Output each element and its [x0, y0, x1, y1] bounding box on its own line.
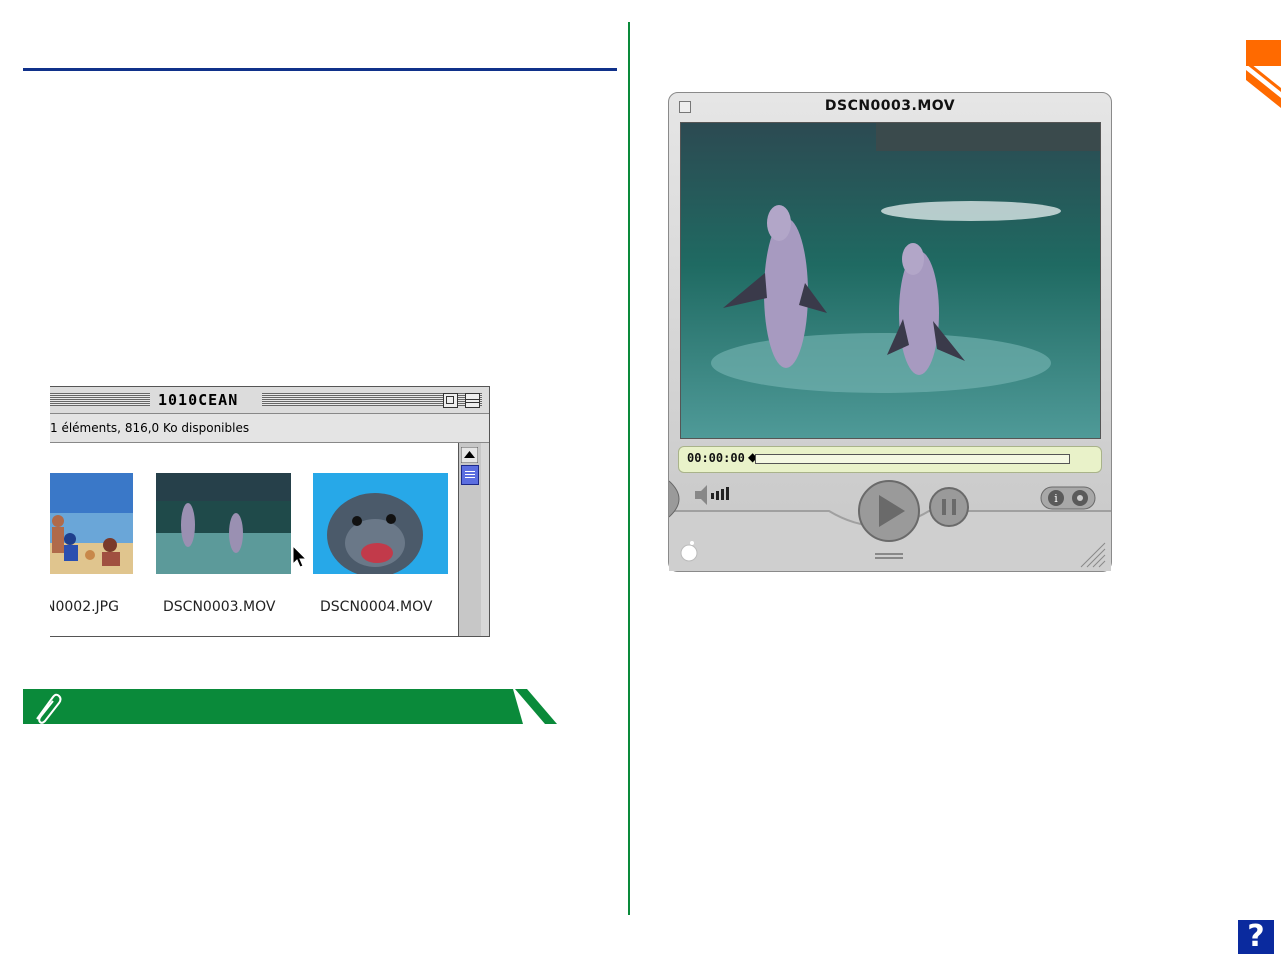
section-title-rule [23, 68, 617, 71]
timecode-display: 00:00:00 [687, 451, 745, 465]
pause-icon[interactable] [929, 487, 969, 527]
info-icon[interactable]: i [1040, 486, 1096, 510]
mouse-pointer-icon [292, 545, 308, 568]
file-thumbnail-beach[interactable] [50, 473, 133, 574]
help-button[interactable]: ? [1238, 920, 1274, 954]
vertical-scrollbar[interactable] [458, 443, 481, 636]
file-name[interactable]: DSCN0003.MOV [163, 599, 275, 615]
finder-window: 1010CEAN 1 éléments, 816,0 Ko disponible… [50, 386, 490, 637]
finder-titlebar[interactable]: 1010CEAN [50, 387, 489, 414]
file-thumbnail-dolphins[interactable] [156, 473, 291, 574]
video-frame[interactable] [680, 122, 1101, 439]
player-title: DSCN0003.MOV [824, 98, 956, 114]
column-divider [628, 22, 630, 915]
file-thumbnail-seal[interactable] [313, 473, 448, 574]
finder-status-bar: 1 éléments, 816,0 Ko disponibles [50, 414, 489, 443]
chapter-corner-tab[interactable] [1246, 40, 1281, 110]
tip-banner [23, 689, 557, 724]
play-icon[interactable] [858, 480, 920, 542]
file-name[interactable]: DSCN0004.MOV [320, 599, 432, 615]
finder-icon-view: N0002.JPG DSCN0003.MOV DSCN0004.MOV [50, 443, 458, 636]
speaker-icon[interactable] [695, 485, 729, 505]
finder-window-title: 1010CEAN [152, 389, 245, 411]
player-controls: i [669, 480, 1111, 571]
scroll-thumb[interactable] [461, 465, 479, 485]
zoom-box-icon[interactable] [443, 393, 458, 408]
collapse-box-icon[interactable] [465, 393, 480, 408]
quicktime-player-window: DSCN0003.MOV 00:00:00 ◆ i [668, 92, 1112, 572]
time-track[interactable] [755, 454, 1070, 464]
time-slider-bar[interactable]: 00:00:00 ◆ [678, 446, 1102, 473]
file-name[interactable]: N0002.JPG [50, 599, 119, 615]
scroll-up-arrow-icon[interactable] [461, 447, 478, 463]
svg-text:i: i [1054, 492, 1058, 505]
